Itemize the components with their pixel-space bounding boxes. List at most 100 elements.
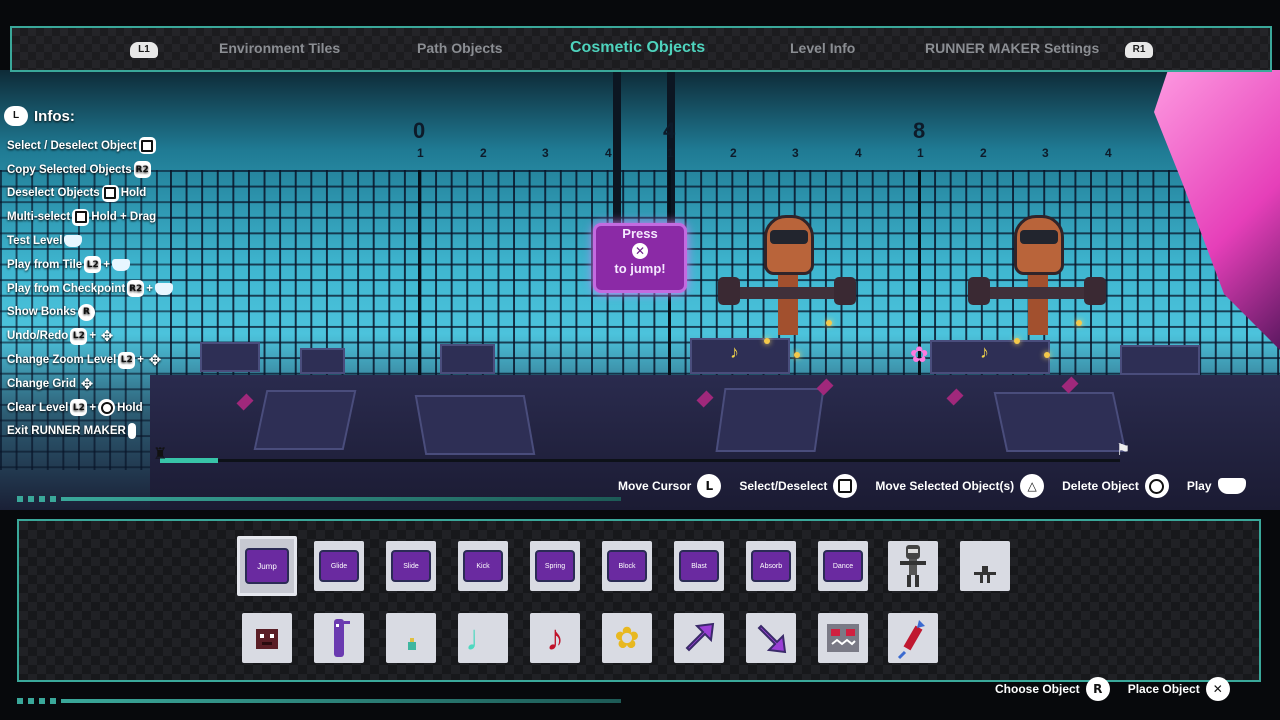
info-text: Show Bonks bbox=[7, 306, 77, 319]
info-text: Multi-select bbox=[7, 211, 71, 224]
cross-button-icon[interactable]: ✕ bbox=[1205, 677, 1230, 701]
palette-slot-absorb[interactable]: Absorb bbox=[746, 541, 796, 591]
palette-slot-music-note-teal[interactable]: ♩ bbox=[458, 613, 508, 663]
robot-head bbox=[1014, 215, 1064, 275]
palette-slot-flowers[interactable]: ✿ bbox=[602, 613, 652, 663]
firework-rocket-icon bbox=[888, 613, 938, 663]
triangle-button-icon[interactable]: △ bbox=[1020, 474, 1045, 498]
touchpad-icon bbox=[154, 282, 173, 295]
level-progress-track bbox=[160, 459, 1120, 462]
level-viewport[interactable]: 0 4 8 1 2 3 4 1 2 3 4 1 2 3 4 2 Press ✕ … bbox=[0, 70, 1280, 510]
tab-environment-tiles[interactable]: Environment Tiles bbox=[219, 40, 340, 56]
circle-button-icon[interactable] bbox=[1144, 474, 1169, 498]
left-stick-icon: L bbox=[4, 106, 28, 126]
palette-slot-angry-face[interactable] bbox=[818, 613, 868, 663]
robot-fist bbox=[718, 277, 740, 305]
palette-slot-glide[interactable]: Glide bbox=[314, 541, 364, 591]
palette-slot-block[interactable]: Block bbox=[602, 541, 652, 591]
info-row: Play from Checkpoint R2 + bbox=[4, 277, 173, 301]
category-tabs: L1 Environment Tiles Path Objects Cosmet… bbox=[10, 26, 1272, 72]
l1-button-icon[interactable]: L1 bbox=[130, 42, 158, 58]
sign-line-1: Press bbox=[622, 226, 658, 241]
infos-title: Infos: bbox=[34, 107, 75, 125]
dpad-icon: ✥ bbox=[148, 351, 162, 370]
beat-number: 3 bbox=[792, 146, 799, 160]
info-suffix: Hold bbox=[120, 187, 147, 200]
square-button-icon bbox=[138, 137, 156, 155]
palette-slot-kick[interactable]: Kick bbox=[458, 541, 508, 591]
spring-sign-tile: Spring bbox=[535, 550, 575, 582]
hint-move-cursor: Move Cursor L bbox=[618, 474, 722, 498]
options-button-icon bbox=[127, 423, 136, 440]
palette-slot-dance[interactable]: Dance bbox=[818, 541, 868, 591]
palette-slot-music-note-red[interactable]: ♪ bbox=[530, 613, 580, 663]
left-stick-icon[interactable]: L bbox=[697, 474, 722, 498]
beat-number: 4 bbox=[605, 146, 612, 160]
info-text: Test Level bbox=[7, 235, 63, 248]
blast-sign-tile: Blast bbox=[679, 550, 719, 582]
plus-joiner: + bbox=[146, 282, 153, 295]
l2-button-icon: L2 bbox=[84, 256, 102, 274]
info-suffix: Hold + Drag bbox=[91, 211, 157, 224]
purple-creature-icon bbox=[314, 613, 364, 663]
robot-arms bbox=[726, 287, 850, 299]
palette-slot-jump[interactable]: Jump bbox=[237, 536, 297, 596]
palette-slot-blast[interactable]: Blast bbox=[674, 541, 724, 591]
r1-button-icon[interactable]: R1 bbox=[1125, 42, 1153, 58]
palette-slot-robot-large[interactable] bbox=[888, 541, 938, 591]
music-note-icon: ♪ bbox=[980, 342, 989, 362]
info-text: Exit RUNNER MAKER bbox=[7, 425, 126, 438]
palette-slot-purple-creature[interactable] bbox=[314, 613, 364, 663]
rock bbox=[300, 348, 345, 374]
palette-slot-spring[interactable]: Spring bbox=[530, 541, 580, 591]
palette-slot-arrow-down-right[interactable] bbox=[746, 613, 796, 663]
beat-number: 1 bbox=[667, 146, 674, 160]
robot-visor bbox=[770, 230, 808, 244]
arrow-up-right-icon bbox=[674, 613, 724, 663]
small-figure-icon bbox=[386, 613, 436, 663]
hint-label: Delete Object bbox=[1062, 479, 1139, 493]
palette-slot-small-figure[interactable] bbox=[386, 613, 436, 663]
info-text: Copy Selected Objects bbox=[7, 163, 132, 176]
touchpad-icon[interactable] bbox=[1217, 478, 1246, 494]
tab-level-info[interactable]: Level Info bbox=[790, 40, 855, 56]
tab-runner-maker-settings[interactable]: RUNNER MAKER Settings bbox=[925, 40, 1099, 56]
rock bbox=[200, 342, 260, 372]
right-stick-icon[interactable]: R bbox=[1085, 677, 1110, 701]
slide-sign-tile: Slide bbox=[391, 550, 431, 582]
robot-object[interactable] bbox=[718, 215, 856, 355]
beat-number: 1 bbox=[917, 146, 924, 160]
press-to-jump-sign[interactable]: Press ✕ to jump! bbox=[593, 223, 687, 293]
robot-large-icon bbox=[888, 541, 938, 591]
square-button-icon[interactable] bbox=[833, 474, 858, 498]
jump-sign-tile: Jump bbox=[245, 548, 289, 584]
rock bbox=[253, 390, 357, 450]
hint-delete-object: Delete Object bbox=[1062, 474, 1169, 498]
tab-path-objects[interactable]: Path Objects bbox=[417, 40, 503, 56]
robot-object[interactable] bbox=[968, 215, 1106, 355]
palette-slot-slide[interactable]: Slide bbox=[386, 541, 436, 591]
glide-sign-tile: Glide bbox=[319, 550, 359, 582]
hint-place-object: Place Object ✕ bbox=[1128, 677, 1230, 701]
palette-slot-firework-rocket[interactable] bbox=[888, 613, 938, 663]
robot-small-icon bbox=[960, 541, 1010, 591]
right-stick-icon: R bbox=[78, 303, 96, 321]
bar-number: 4 bbox=[663, 118, 676, 143]
touchpad-icon bbox=[111, 258, 130, 271]
palette-slot-block-monster[interactable] bbox=[242, 613, 292, 663]
r2-button-icon: R2 bbox=[127, 280, 145, 298]
palette-slot-robot-small[interactable] bbox=[960, 541, 1010, 591]
rock bbox=[440, 344, 495, 374]
divider-lower bbox=[17, 698, 621, 704]
cross-button-icon: ✕ bbox=[632, 243, 648, 259]
tab-cosmetic-objects[interactable]: Cosmetic Objects bbox=[570, 39, 705, 57]
r2-button-icon: R2 bbox=[133, 161, 151, 179]
info-row: Deselect Objects Hold bbox=[4, 182, 173, 206]
plus-joiner: + bbox=[103, 258, 110, 271]
info-text: Clear Level bbox=[7, 401, 69, 414]
palette-slot-arrow-up-right[interactable] bbox=[674, 613, 724, 663]
plus-joiner: + bbox=[89, 401, 97, 414]
info-text: Change Zoom Level bbox=[7, 354, 117, 367]
spark bbox=[1044, 352, 1050, 358]
hint-label: Move Cursor bbox=[618, 479, 692, 493]
